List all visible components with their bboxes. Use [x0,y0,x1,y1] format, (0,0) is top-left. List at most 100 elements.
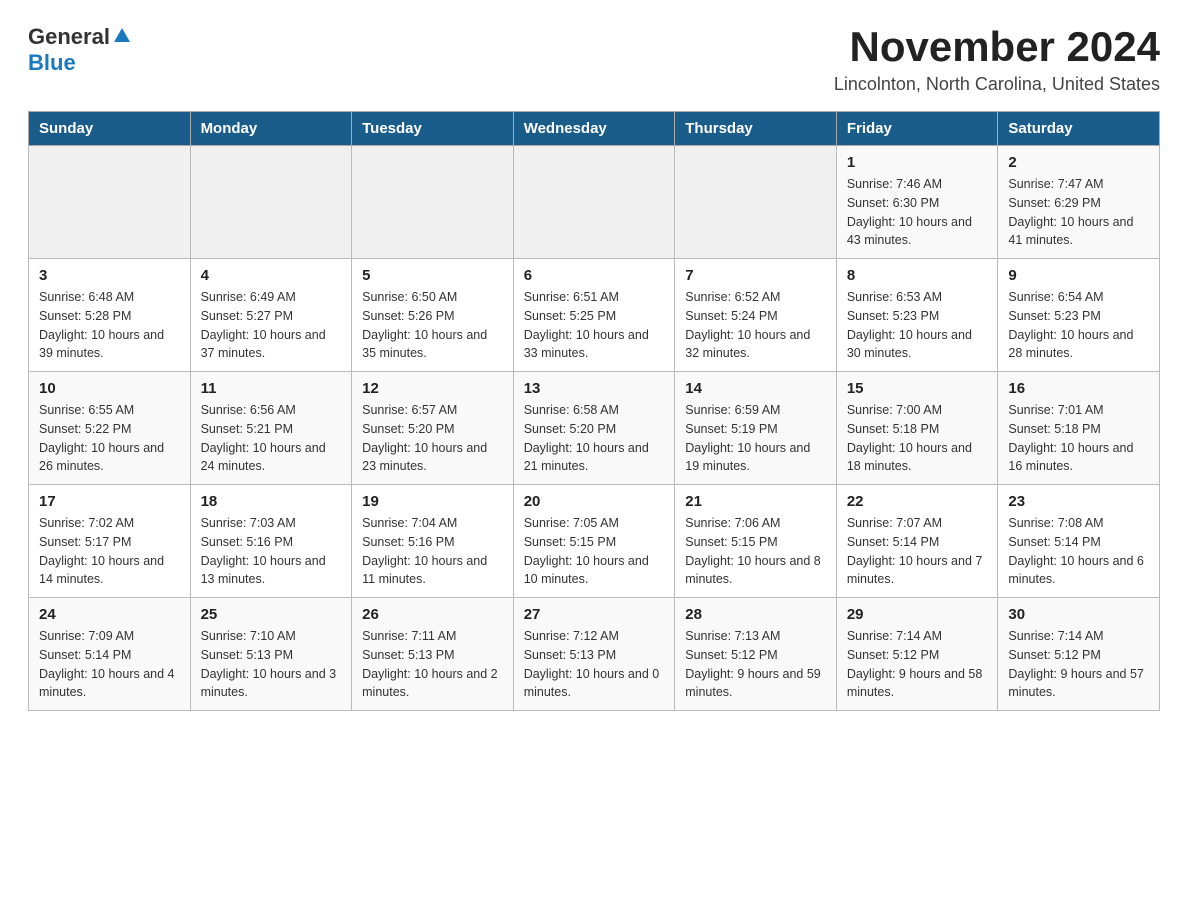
day-detail: Sunrise: 6:48 AM Sunset: 5:28 PM Dayligh… [39,288,180,363]
day-number: 25 [201,606,342,623]
calendar-header-row: SundayMondayTuesdayWednesdayThursdayFrid… [29,112,1160,146]
calendar-cell: 21 Sunrise: 7:06 AM Sunset: 5:15 PM Dayli… [675,485,837,598]
calendar-cell: 17Sunrise: 7:02 AM Sunset: 5:17 PM Dayli… [29,485,191,598]
day-detail: Sunrise: 7:04 AM Sunset: 5:16 PM Dayligh… [362,514,503,589]
calendar-cell: 9Sunrise: 6:54 AM Sunset: 5:23 PM Daylig… [998,259,1160,372]
day-detail: Sunrise: 6:50 AM Sunset: 5:26 PM Dayligh… [362,288,503,363]
calendar-cell [513,146,675,259]
calendar-cell: 27 Sunrise: 7:12 AM Sunset: 5:13 PM Dayli… [513,598,675,711]
day-number: 9 [1008,267,1149,284]
title-area: November 2024 Lincolnton, North Carolina… [834,24,1160,95]
day-detail: Sunrise: 6:57 AM Sunset: 5:20 PM Dayligh… [362,401,503,476]
day-number: 22 [847,493,988,510]
calendar-cell: 26Sunrise: 7:11 AM Sunset: 5:13 PM Dayli… [352,598,514,711]
day-number: 27 [524,606,665,623]
day-number: 3 [39,267,180,284]
calendar-cell [675,146,837,259]
day-number: 23 [1008,493,1149,510]
calendar-cell: 5Sunrise: 6:50 AM Sunset: 5:26 PM Daylig… [352,259,514,372]
day-number: 13 [524,380,665,397]
calendar-cell: 10 Sunrise: 6:55 AM Sunset: 5:22 PM Dayli… [29,372,191,485]
calendar-cell: 15Sunrise: 7:00 AM Sunset: 5:18 PM Dayli… [836,372,998,485]
day-detail: Sunrise: 7:06 AM Sunset: 5:15 PM Dayligh… [685,514,826,589]
calendar-cell: 7 Sunrise: 6:52 AM Sunset: 5:24 PM Daylig… [675,259,837,372]
header: General Blue November 2024 Lincolnton, N… [28,24,1160,95]
day-detail: Sunrise: 6:49 AM Sunset: 5:27 PM Dayligh… [201,288,342,363]
calendar-cell [190,146,352,259]
day-number: 12 [362,380,503,397]
calendar-header-tuesday: Tuesday [352,112,514,146]
calendar-cell: 6Sunrise: 6:51 AM Sunset: 5:25 PM Daylig… [513,259,675,372]
location-title: Lincolnton, North Carolina, United State… [834,74,1160,95]
calendar-header-saturday: Saturday [998,112,1160,146]
calendar-week-row: 3 Sunrise: 6:48 AM Sunset: 5:28 PM Daylig… [29,259,1160,372]
day-number: 10 [39,380,180,397]
calendar-cell: 29Sunrise: 7:14 AM Sunset: 5:12 PM Dayli… [836,598,998,711]
day-detail: Sunrise: 6:55 AM Sunset: 5:22 PM Dayligh… [39,401,180,476]
day-number: 7 [685,267,826,284]
calendar-cell: 4 Sunrise: 6:49 AM Sunset: 5:27 PM Daylig… [190,259,352,372]
calendar-cell: 14 Sunrise: 6:59 AM Sunset: 5:19 PM Dayli… [675,372,837,485]
day-number: 16 [1008,380,1149,397]
day-number: 20 [524,493,665,510]
calendar-cell: 24Sunrise: 7:09 AM Sunset: 5:14 PM Dayli… [29,598,191,711]
day-detail: Sunrise: 7:03 AM Sunset: 5:16 PM Dayligh… [201,514,342,589]
logo-blue-text: Blue [28,50,76,75]
day-number: 14 [685,380,826,397]
calendar-cell: 20 Sunrise: 7:05 AM Sunset: 5:15 PM Dayli… [513,485,675,598]
day-number: 21 [685,493,826,510]
day-detail: Sunrise: 7:13 AM Sunset: 5:12 PM Dayligh… [685,627,826,702]
day-detail: Sunrise: 7:10 AM Sunset: 5:13 PM Dayligh… [201,627,342,702]
day-number: 18 [201,493,342,510]
calendar-cell: 28Sunrise: 7:13 AM Sunset: 5:12 PM Dayli… [675,598,837,711]
day-detail: Sunrise: 7:46 AM Sunset: 6:30 PM Dayligh… [847,175,988,250]
day-number: 11 [201,380,342,397]
calendar-cell: 3 Sunrise: 6:48 AM Sunset: 5:28 PM Daylig… [29,259,191,372]
day-detail: Sunrise: 6:56 AM Sunset: 5:21 PM Dayligh… [201,401,342,476]
logo-general-text: General [28,24,110,50]
calendar-cell: 19 Sunrise: 7:04 AM Sunset: 5:16 PM Dayli… [352,485,514,598]
calendar-header-wednesday: Wednesday [513,112,675,146]
calendar-cell: 13 Sunrise: 6:58 AM Sunset: 5:20 PM Dayli… [513,372,675,485]
month-title: November 2024 [834,24,1160,70]
day-detail: Sunrise: 7:05 AM Sunset: 5:15 PM Dayligh… [524,514,665,589]
calendar-cell: 23 Sunrise: 7:08 AM Sunset: 5:14 PM Dayli… [998,485,1160,598]
day-detail: Sunrise: 7:08 AM Sunset: 5:14 PM Dayligh… [1008,514,1149,589]
day-detail: Sunrise: 7:12 AM Sunset: 5:13 PM Dayligh… [524,627,665,702]
day-detail: Sunrise: 7:11 AM Sunset: 5:13 PM Dayligh… [362,627,503,702]
calendar-cell: 1 Sunrise: 7:46 AM Sunset: 6:30 PM Daylig… [836,146,998,259]
calendar-cell: 16 Sunrise: 7:01 AM Sunset: 5:18 PM Dayli… [998,372,1160,485]
day-number: 6 [524,267,665,284]
day-detail: Sunrise: 6:59 AM Sunset: 5:19 PM Dayligh… [685,401,826,476]
calendar-cell: 12 Sunrise: 6:57 AM Sunset: 5:20 PM Dayli… [352,372,514,485]
day-number: 1 [847,154,988,171]
day-detail: Sunrise: 6:52 AM Sunset: 5:24 PM Dayligh… [685,288,826,363]
calendar-cell [29,146,191,259]
day-detail: Sunrise: 7:01 AM Sunset: 5:18 PM Dayligh… [1008,401,1149,476]
day-number: 4 [201,267,342,284]
day-number: 24 [39,606,180,623]
day-number: 2 [1008,154,1149,171]
calendar-cell: 8 Sunrise: 6:53 AM Sunset: 5:23 PM Daylig… [836,259,998,372]
day-number: 19 [362,493,503,510]
calendar-cell [352,146,514,259]
day-number: 29 [847,606,988,623]
day-number: 8 [847,267,988,284]
calendar-week-row: 1 Sunrise: 7:46 AM Sunset: 6:30 PM Daylig… [29,146,1160,259]
calendar-cell: 25 Sunrise: 7:10 AM Sunset: 5:13 PM Dayli… [190,598,352,711]
day-detail: Sunrise: 7:47 AM Sunset: 6:29 PM Dayligh… [1008,175,1149,250]
calendar-cell: 22Sunrise: 7:07 AM Sunset: 5:14 PM Dayli… [836,485,998,598]
day-number: 15 [847,380,988,397]
day-detail: Sunrise: 6:58 AM Sunset: 5:20 PM Dayligh… [524,401,665,476]
day-detail: Sunrise: 7:14 AM Sunset: 5:12 PM Dayligh… [1008,627,1149,702]
calendar-header-thursday: Thursday [675,112,837,146]
day-number: 30 [1008,606,1149,623]
day-number: 17 [39,493,180,510]
day-detail: Sunrise: 6:53 AM Sunset: 5:23 PM Dayligh… [847,288,988,363]
calendar-cell: 18 Sunrise: 7:03 AM Sunset: 5:16 PM Dayli… [190,485,352,598]
calendar-cell: 30 Sunrise: 7:14 AM Sunset: 5:12 PM Dayli… [998,598,1160,711]
calendar-header-sunday: Sunday [29,112,191,146]
calendar-cell: 2 Sunrise: 7:47 AM Sunset: 6:29 PM Daylig… [998,146,1160,259]
logo-triangle-icon [113,26,131,49]
calendar-header-monday: Monday [190,112,352,146]
